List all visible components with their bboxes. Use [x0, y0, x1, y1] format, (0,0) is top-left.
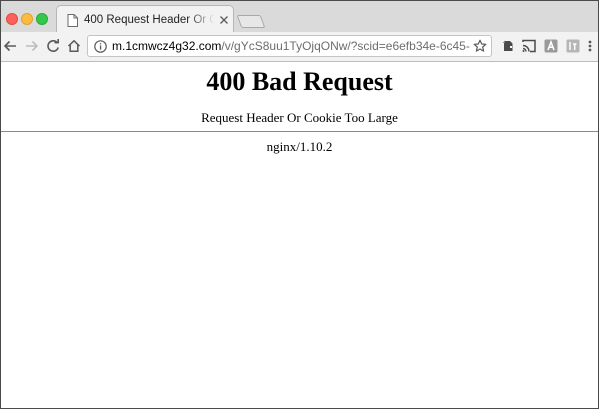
window-minimize-button[interactable] — [21, 13, 33, 25]
page-heading: 400 Bad Request — [206, 67, 393, 96]
window-close-button[interactable] — [6, 13, 18, 25]
tab-title-fade — [187, 11, 215, 29]
tab-strip: 400 Request Header Or Cookie Too Large — [1, 1, 598, 33]
address-bar[interactable]: m.1cmwcz4g32.com/v/gYcS8uu1TyOjqONw/?sci… — [87, 35, 492, 57]
info-icon[interactable] — [94, 40, 107, 53]
browser-window: 400 Request Header Or Cookie Too Large — [0, 0, 599, 409]
menu-icon[interactable] — [585, 38, 595, 54]
url-text[interactable]: m.1cmwcz4g32.com/v/gYcS8uu1TyOjqONw/?sci… — [112, 39, 470, 54]
new-tab-button[interactable] — [236, 15, 266, 28]
server-signature: nginx/1.10.2 — [266, 139, 333, 154]
page-icon — [67, 14, 78, 27]
error-message: Request Header Or Cookie Too Large — [201, 110, 398, 125]
window-maximize-button[interactable] — [36, 13, 48, 25]
toolbar: m.1cmwcz4g32.com/v/gYcS8uu1TyOjqONw/?sci… — [1, 32, 598, 62]
back-arrow-icon[interactable] — [2, 38, 18, 54]
extension-a-icon[interactable] — [543, 38, 559, 54]
reload-icon[interactable] — [45, 38, 61, 54]
forward-arrow-icon[interactable] — [24, 38, 40, 54]
url-host: m.1cmwcz4g32.com — [112, 39, 222, 53]
extension-translate-icon[interactable] — [565, 38, 581, 54]
page-content: 400 Bad Request Request Header Or Cookie… — [1, 62, 598, 408]
cast-icon[interactable] — [521, 38, 537, 54]
url-path: /v/gYcS8uu1TyOjqONw/?scid=e6efb34e-6c45-… — [221, 39, 470, 53]
tab-active[interactable]: 400 Request Header Or Cookie Too Large — [56, 5, 234, 33]
divider — [1, 131, 598, 132]
home-icon[interactable] — [66, 38, 82, 54]
evernote-icon[interactable] — [500, 38, 516, 54]
star-icon[interactable] — [473, 39, 487, 53]
close-icon[interactable] — [219, 15, 229, 25]
